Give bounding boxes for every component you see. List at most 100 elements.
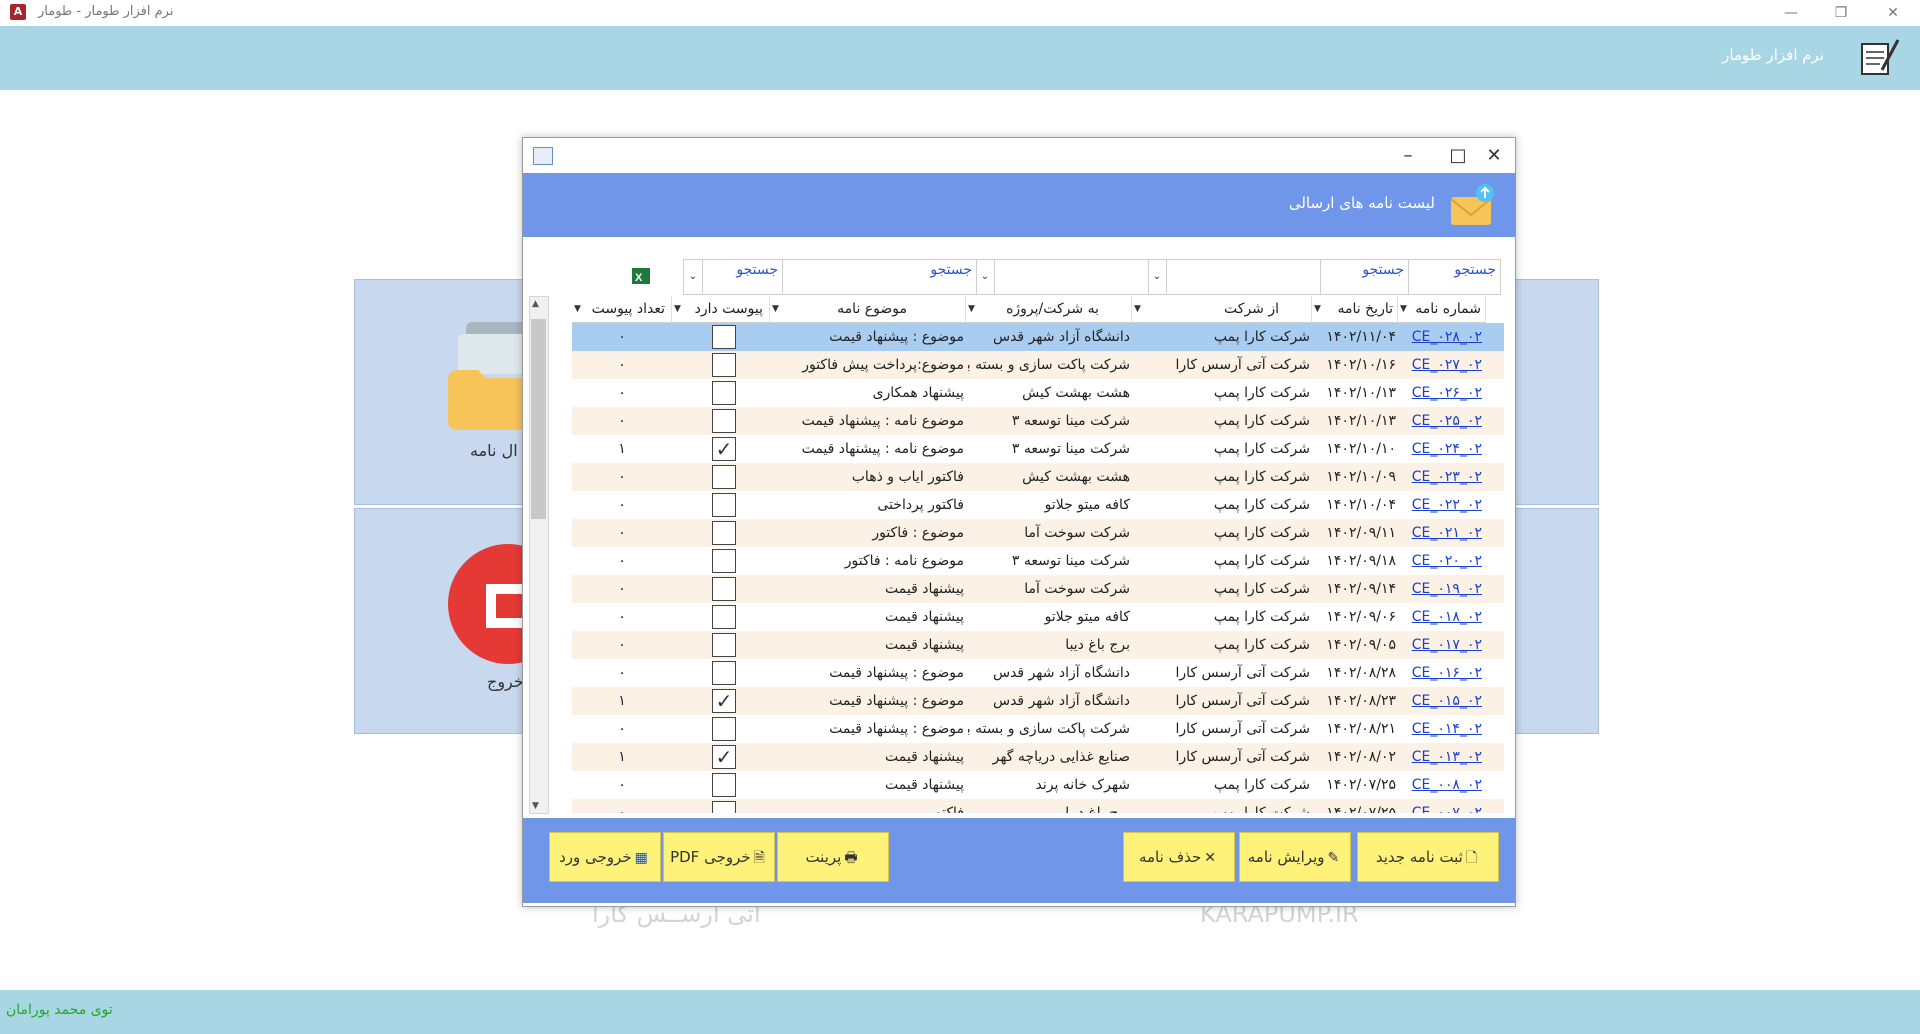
- attachment-checkbox[interactable]: [712, 801, 736, 813]
- cell-from: شرکت آتی آرسس کارا: [1175, 665, 1310, 681]
- chevron-down-icon[interactable]: ⌄: [1148, 260, 1167, 294]
- table-row[interactable]: ۰۲_CE_۰۲۳ ۱۴۰۲/۱۰/۰۹ شرکت کارا پمپ هشت بهشت…: [572, 463, 1504, 491]
- table-row[interactable]: ۰۲_CE_۰۲۸ ۱۴۰۲/۱۱/۰۴ شرکت کارا پمپ دانشگاه …: [572, 323, 1504, 351]
- cell-number[interactable]: ۰۲_CE_۰۰۷: [1398, 799, 1482, 813]
- scroll-up-icon[interactable]: ▲: [532, 299, 539, 309]
- table-row[interactable]: ۰۲_CE_۰۲۴ ۱۴۰۲/۱۰/۱۰ شرکت کارا پمپ شرکت مین…: [572, 435, 1504, 463]
- to-company-filter[interactable]: ⌄: [975, 259, 1149, 295]
- col-header-to[interactable]: به شرکت/پروژه ▼: [965, 296, 1132, 323]
- attachment-checkbox[interactable]: [712, 465, 736, 489]
- sort-icon[interactable]: ▼: [574, 296, 581, 322]
- attachment-checkbox[interactable]: [712, 773, 736, 797]
- cell-number[interactable]: ۰۲_CE_۰۲۸: [1398, 323, 1482, 351]
- attachment-checkbox[interactable]: [712, 381, 736, 405]
- cell-number[interactable]: ۰۲_CE_۰۱۳: [1398, 743, 1482, 771]
- cell-number[interactable]: ۰۲_CE_۰۱۹: [1398, 575, 1482, 603]
- new-letter-button[interactable]: 🗋ثبت نامه جدید: [1357, 832, 1499, 882]
- attachment-checkbox[interactable]: [712, 409, 736, 433]
- table-row[interactable]: ۰۲_CE_۰۲۲ ۱۴۰۲/۱۰/۰۴ شرکت کارا پمپ کافه میت…: [572, 491, 1504, 519]
- col-header-has-attachment[interactable]: پیوست دارد ▼: [671, 296, 770, 323]
- cell-number[interactable]: ۰۲_CE_۰۱۶: [1398, 659, 1482, 687]
- sort-icon[interactable]: ▼: [772, 296, 779, 322]
- restore-icon[interactable]: ❐: [1818, 0, 1864, 26]
- col-header-subject[interactable]: موضوع نامه ▼: [769, 296, 966, 323]
- cell-date: ۱۴۰۲/۰۷/۲۵: [1326, 777, 1396, 793]
- attachment-checkbox[interactable]: [712, 325, 736, 349]
- cell-number[interactable]: ۰۲_CE_۰۱۸: [1398, 603, 1482, 631]
- cell-number[interactable]: ۰۲_CE_۰۲۶: [1398, 379, 1482, 407]
- attachment-checkbox[interactable]: [712, 717, 736, 741]
- table-row[interactable]: ۰۲_CE_۰۲۷ ۱۴۰۲/۱۰/۱۶ شرکت آتی آرسس کارا شرک…: [572, 351, 1504, 379]
- scrollbar-thumb[interactable]: [531, 319, 546, 519]
- from-company-filter[interactable]: ⌄: [1147, 259, 1321, 295]
- cell-number[interactable]: ۰۲_CE_۰۲۵: [1398, 407, 1482, 435]
- cell-number[interactable]: ۰۲_CE_۰۲۱: [1398, 519, 1482, 547]
- attachment-checkbox[interactable]: [712, 633, 736, 657]
- cell-from: شرکت کارا پمپ: [1213, 385, 1310, 401]
- grid-vertical-scrollbar[interactable]: ▲ ▼: [529, 296, 549, 814]
- table-row[interactable]: ۰۲_CE_۰۰۸ ۱۴۰۲/۰۷/۲۵ شرکت کارا پمپ شهرک خان…: [572, 771, 1504, 799]
- cell-number[interactable]: ۰۲_CE_۰۲۴: [1398, 435, 1482, 463]
- pdf-export-button[interactable]: 🗎خروجی PDF: [663, 832, 775, 882]
- sort-icon[interactable]: ▼: [1134, 296, 1141, 322]
- cell-to: برج باغ دیبا: [1065, 637, 1130, 653]
- minimize-icon[interactable]: —: [1768, 0, 1814, 26]
- dialog-titlebar: – □ ✕: [523, 138, 1515, 173]
- table-row[interactable]: ۰۲_CE_۰۲۱ ۱۴۰۲/۰۹/۱۱ شرکت کارا پمپ شرکت سوخ…: [572, 519, 1504, 547]
- col-header-attachment-count[interactable]: تعداد پیوست ▼: [572, 296, 672, 323]
- attachment-filter[interactable]: ⌄ جستجو: [683, 259, 783, 295]
- table-row[interactable]: ۰۲_CE_۰۱۹ ۱۴۰۲/۰۹/۱۴ شرکت کارا پمپ شرکت سوخ…: [572, 575, 1504, 603]
- table-row[interactable]: ۰۲_CE_۰۲۵ ۱۴۰۲/۱۰/۱۳ شرکت کارا پمپ شرکت مین…: [572, 407, 1504, 435]
- col-header-date[interactable]: تاریخ نامه ▼: [1311, 296, 1398, 323]
- attachment-checkbox[interactable]: [712, 353, 736, 377]
- attachment-checkbox[interactable]: ✓: [712, 437, 736, 461]
- col-header-from[interactable]: از شرکت ▼: [1131, 296, 1312, 323]
- attachment-checkbox[interactable]: ✓: [712, 745, 736, 769]
- attachment-checkbox[interactable]: [712, 549, 736, 573]
- table-row[interactable]: ۰۲_CE_۰۱۸ ۱۴۰۲/۰۹/۰۶ شرکت کارا پمپ کافه میت…: [572, 603, 1504, 631]
- table-row[interactable]: ۰۲_CE_۰۱۶ ۱۴۰۲/۰۸/۲۸ شرکت آتی آرسس کارا دان…: [572, 659, 1504, 687]
- cell-number[interactable]: ۰۲_CE_۰۱۵: [1398, 687, 1482, 715]
- cell-number[interactable]: ۰۲_CE_۰۱۷: [1398, 631, 1482, 659]
- table-row[interactable]: ۰۲_CE_۰۲۰ ۱۴۰۲/۰۹/۱۸ شرکت کارا پمپ شرکت مین…: [572, 547, 1504, 575]
- table-row[interactable]: ۰۲_CE_۰۲۶ ۱۴۰۲/۱۰/۱۳ شرکت کارا پمپ هشت بهشت…: [572, 379, 1504, 407]
- chevron-down-icon[interactable]: ⌄: [684, 260, 703, 294]
- table-row[interactable]: ۰۲_CE_۰۱۴ ۱۴۰۲/۰۸/۲۱ شرکت آتی آرسس کارا شرک…: [572, 715, 1504, 743]
- cell-number[interactable]: ۰۲_CE_۰۲۰: [1398, 547, 1482, 575]
- search-letter-number[interactable]: جستجو: [1407, 259, 1501, 295]
- attachment-checkbox[interactable]: ✓: [712, 689, 736, 713]
- col-header-from-label: از شرکت: [1224, 301, 1279, 317]
- dialog-minimize-icon[interactable]: –: [1383, 138, 1433, 173]
- cell-number[interactable]: ۰۲_CE_۰۲۷: [1398, 351, 1482, 379]
- dialog-close-icon[interactable]: ✕: [1469, 138, 1519, 173]
- attachment-checkbox[interactable]: [712, 605, 736, 629]
- attachment-checkbox[interactable]: [712, 521, 736, 545]
- table-row[interactable]: ۰۲_CE_۰۰۷ ۱۴۰۲/۰۷/۲۵ شرکت کارا پمپ برج باغ …: [572, 799, 1504, 813]
- excel-icon[interactable]: X: [631, 266, 651, 286]
- sort-icon[interactable]: ▼: [1314, 296, 1321, 322]
- scroll-down-icon[interactable]: ▼: [532, 801, 539, 811]
- edit-letter-button[interactable]: ✎ویرایش نامه: [1239, 832, 1351, 882]
- cell-to: شرکت مینا توسعه ۳: [1011, 441, 1130, 457]
- cell-number[interactable]: ۰۲_CE_۰۲۲: [1398, 491, 1482, 519]
- table-row[interactable]: ۰۲_CE_۰۱۳ ۱۴۰۲/۰۸/۰۲ شرکت آتی آرسس کارا صنا…: [572, 743, 1504, 771]
- search-date[interactable]: جستجو: [1319, 259, 1409, 295]
- search-subject[interactable]: جستجو: [781, 259, 977, 295]
- chevron-down-icon[interactable]: ⌄: [976, 260, 995, 294]
- sort-icon[interactable]: ▼: [1400, 296, 1407, 322]
- cell-number[interactable]: ۰۲_CE_۰۱۴: [1398, 715, 1482, 743]
- cell-number[interactable]: ۰۲_CE_۰۲۳: [1398, 463, 1482, 491]
- table-row[interactable]: ۰۲_CE_۰۱۷ ۱۴۰۲/۰۹/۰۵ شرکت کارا پمپ برج باغ …: [572, 631, 1504, 659]
- cell-number[interactable]: ۰۲_CE_۰۰۸: [1398, 771, 1482, 799]
- sort-icon[interactable]: ▼: [968, 296, 975, 322]
- delete-letter-button[interactable]: ✕حذف نامه: [1123, 832, 1235, 882]
- word-export-button[interactable]: ▦خروجی ورد: [549, 832, 661, 882]
- print-button[interactable]: 🖶پرینت: [777, 832, 889, 882]
- attachment-checkbox[interactable]: [712, 493, 736, 517]
- sort-icon[interactable]: ▼: [674, 296, 681, 322]
- close-icon[interactable]: ✕: [1870, 0, 1916, 26]
- table-row[interactable]: ۰۲_CE_۰۱۵ ۱۴۰۲/۰۸/۲۳ شرکت آتی آرسس کارا دان…: [572, 687, 1504, 715]
- attachment-checkbox[interactable]: [712, 661, 736, 685]
- col-header-number[interactable]: شماره نامه ▼: [1397, 296, 1486, 323]
- attachment-checkbox[interactable]: [712, 577, 736, 601]
